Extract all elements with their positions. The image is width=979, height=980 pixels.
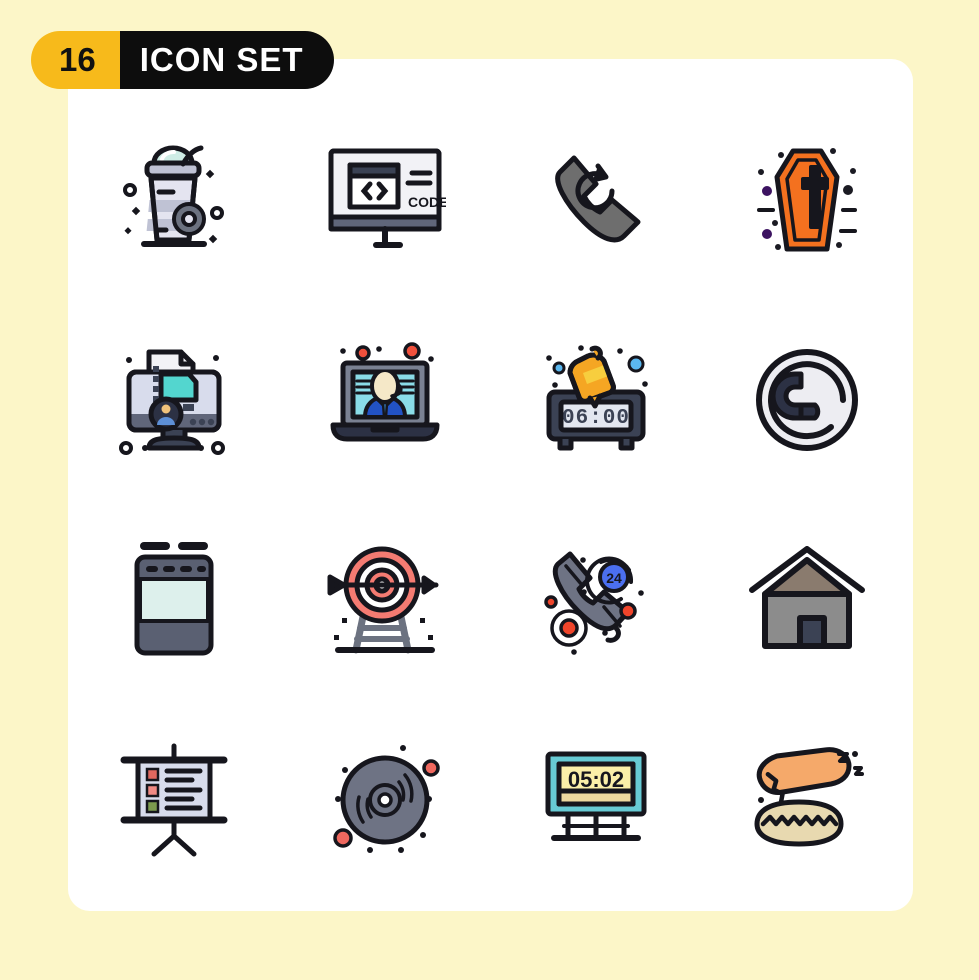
laptop-support-agent-icon bbox=[330, 342, 440, 442]
phone-redial-icon bbox=[555, 155, 641, 243]
icon-cell-24-support[interactable]: 24 bbox=[491, 500, 702, 700]
bread-loaf-icon bbox=[754, 747, 865, 847]
house-home-icon bbox=[749, 546, 866, 649]
scoreboard-time-label: 05:02 bbox=[568, 767, 624, 792]
smoothie-cup-icon bbox=[122, 145, 224, 247]
icon-cell-bread[interactable] bbox=[702, 700, 913, 900]
icon-set-page: 16 ICON SET CODE 06:00 24 05:02 bbox=[0, 0, 979, 980]
icon-cell-blog[interactable] bbox=[68, 300, 279, 500]
icon-cell-home[interactable] bbox=[702, 500, 913, 700]
presentation-board-icon bbox=[120, 743, 228, 857]
scoreboard-icon: 05:02 bbox=[545, 751, 647, 841]
hours-label: 24 bbox=[606, 570, 622, 586]
icon-cell-device[interactable] bbox=[68, 500, 279, 700]
blog-computer-icon bbox=[118, 349, 225, 455]
icon-cell-support[interactable] bbox=[279, 300, 490, 500]
coffin-cross-icon bbox=[757, 148, 858, 252]
icon-count: 16 bbox=[31, 31, 120, 89]
icon-cell-coffin[interactable] bbox=[702, 100, 913, 300]
icon-cell-code[interactable]: CODE bbox=[279, 100, 490, 300]
phone-call-circle-icon bbox=[756, 349, 859, 451]
icon-cell-alarm[interactable]: 06:00 bbox=[491, 300, 702, 500]
tablet-device-icon bbox=[134, 542, 214, 656]
page-title: ICON SET bbox=[119, 31, 334, 89]
icon-cell-record[interactable] bbox=[279, 700, 490, 900]
code-label: CODE bbox=[408, 194, 446, 210]
header-badge: 16 ICON SET bbox=[31, 31, 334, 89]
icon-grid: CODE 06:00 24 05:02 bbox=[68, 100, 913, 900]
code-monitor-icon: CODE bbox=[328, 148, 446, 248]
icon-cell-smoothie[interactable] bbox=[68, 100, 279, 300]
icon-cell-scoreboard[interactable]: 05:02 bbox=[491, 700, 702, 900]
icon-cell-redial[interactable] bbox=[491, 100, 702, 300]
vinyl-record-icon bbox=[333, 745, 440, 853]
alarm-clock-bell-icon: 06:00 bbox=[546, 345, 648, 451]
target-arrow-icon bbox=[327, 546, 439, 654]
alarm-time-label: 06:00 bbox=[562, 407, 630, 430]
icon-cell-presentation[interactable] bbox=[68, 700, 279, 900]
phone-24-hour-support-icon: 24 bbox=[544, 551, 644, 655]
icon-cell-target[interactable] bbox=[279, 500, 490, 700]
icon-cell-call[interactable] bbox=[702, 300, 913, 500]
